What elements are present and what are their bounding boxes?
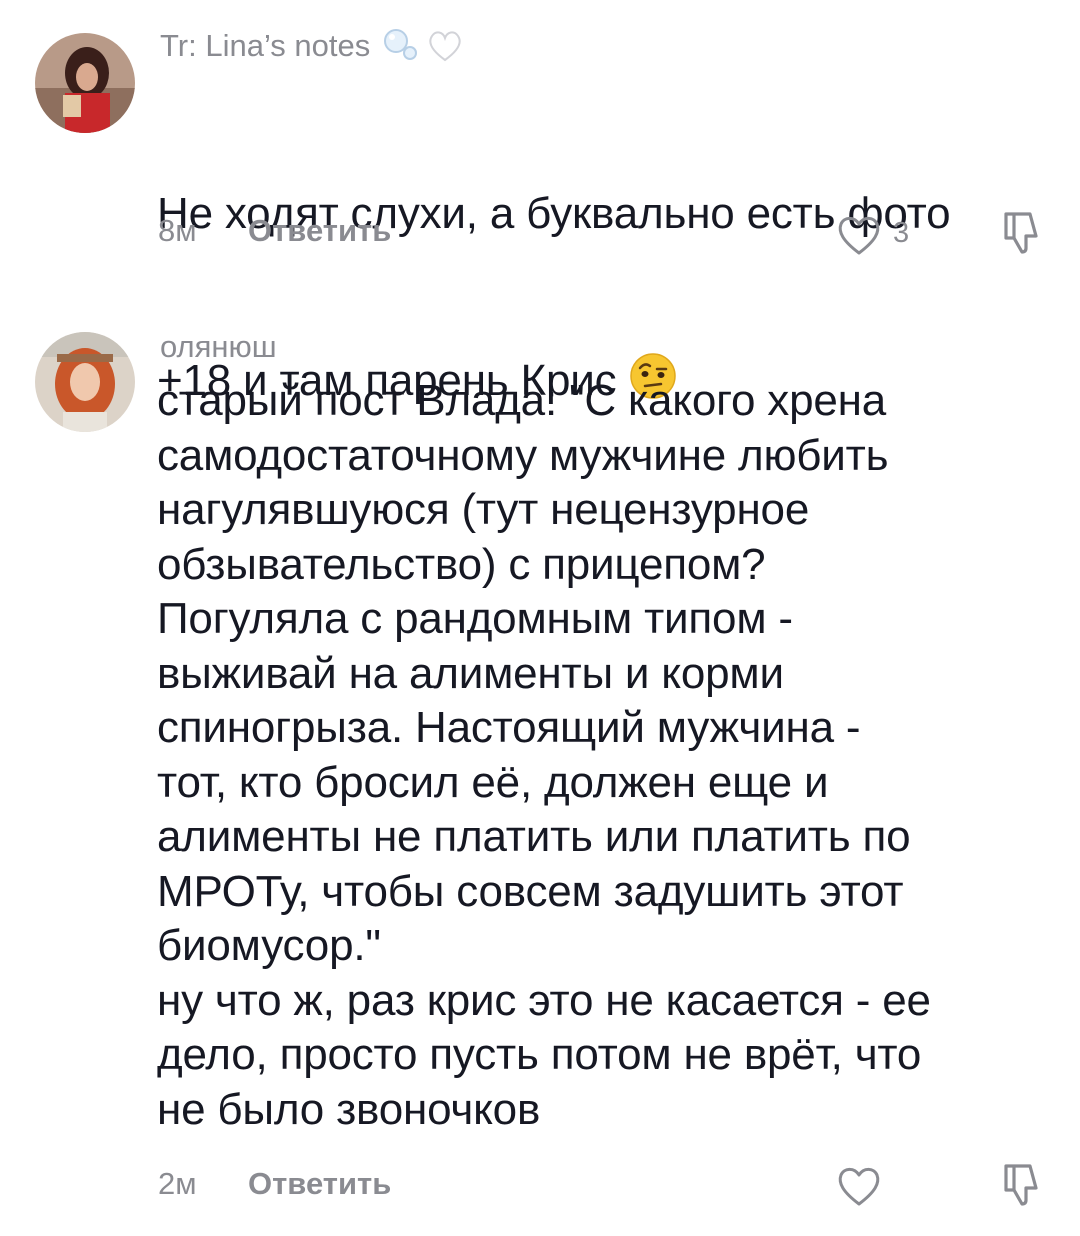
- avatar-photo: [35, 332, 135, 432]
- comment-time: 2м: [158, 1166, 197, 1201]
- comment-time: 8м: [158, 213, 197, 248]
- dislike-icon[interactable]: [996, 208, 1044, 256]
- reply-button[interactable]: Ответить: [248, 1166, 391, 1202]
- heart-icon[interactable]: [835, 1164, 883, 1208]
- heart-icon[interactable]: [835, 213, 883, 257]
- author-name[interactable]: олянюш: [160, 329, 277, 364]
- like-count: 3: [893, 217, 910, 249]
- bubbles-icon: [383, 29, 417, 60]
- comment-author[interactable]: олянюш: [160, 327, 277, 367]
- avatar-photo: [35, 33, 135, 133]
- white-heart-icon: [429, 31, 462, 62]
- comment-author[interactable]: Tr: Lina’s notes: [160, 26, 463, 66]
- comment-text: старый пост Влада: "С какого хрена самод…: [157, 376, 931, 1134]
- avatar[interactable]: [35, 33, 135, 133]
- avatar[interactable]: [35, 332, 135, 432]
- author-name[interactable]: Tr: Lina’s notes: [160, 28, 370, 63]
- dislike-icon[interactable]: [996, 1160, 1044, 1208]
- reply-button[interactable]: Ответить: [248, 213, 391, 249]
